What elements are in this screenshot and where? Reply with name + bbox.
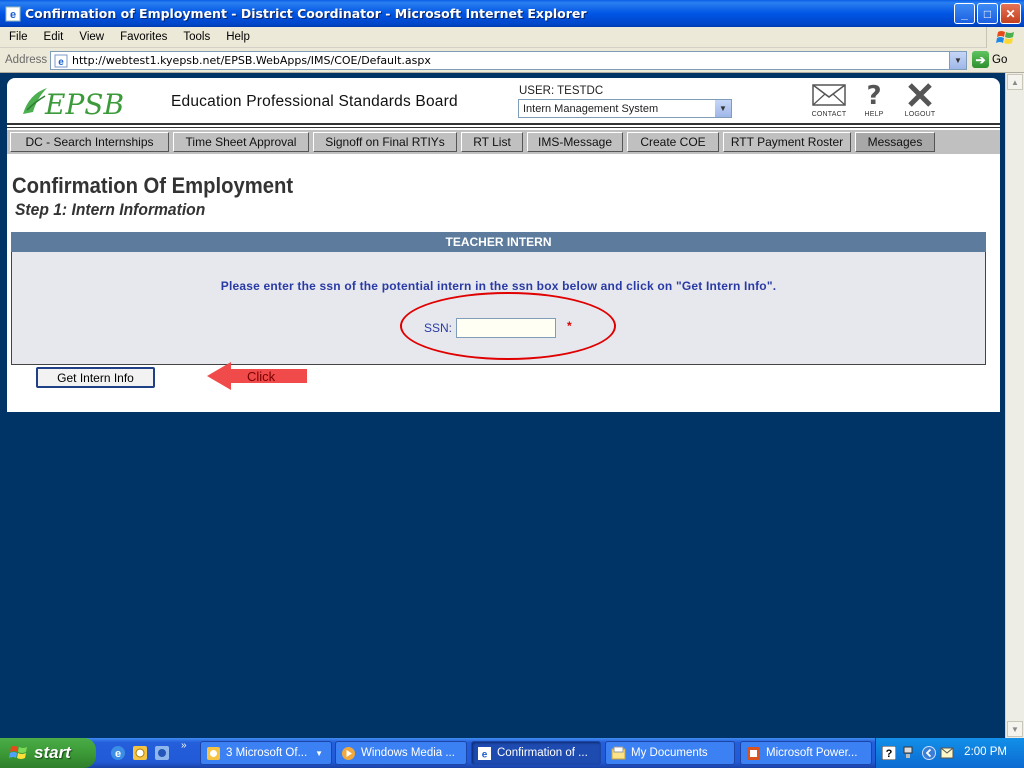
menu-favorites[interactable]: Favorites: [111, 31, 174, 43]
address-input[interactable]: e http://webtest1.kyepsb.net/EPSB.WebApp…: [50, 51, 967, 70]
menu-view[interactable]: View: [70, 31, 111, 43]
help-label: HELP: [864, 111, 884, 118]
user-label: USER: TESTDC: [519, 85, 604, 97]
menu-file[interactable]: File: [0, 31, 35, 43]
address-url: http://webtest1.kyepsb.net/EPSB.WebApps/…: [72, 54, 431, 67]
chevron-left-icon[interactable]: [922, 746, 936, 760]
windows-flag-icon: [9, 746, 27, 759]
vertical-scrollbar[interactable]: ▲ ▼: [1005, 73, 1024, 738]
click-annotation-label: Click: [247, 369, 276, 384]
powerpoint-icon: [747, 746, 760, 760]
highlight-ellipse-annotation: [400, 292, 616, 360]
task-windows-media[interactable]: Windows Media ...: [335, 741, 467, 765]
task-microsoft-office[interactable]: 3 Microsoft Of... ▼: [200, 741, 332, 765]
get-intern-info-button[interactable]: Get Intern Info: [36, 367, 155, 388]
start-label: start: [34, 743, 71, 762]
main-nav: DC - Search Internships Time Sheet Appro…: [7, 130, 1000, 154]
chevron-down-icon: ▼: [715, 100, 731, 117]
logo-text: EPSB: [44, 88, 124, 120]
task-microsoft-powerpoint[interactable]: Microsoft Power...: [740, 741, 872, 765]
window-title-bar[interactable]: e Confirmation of Employment - District …: [0, 0, 1024, 27]
go-label: Go: [992, 53, 1008, 66]
outlook-quicklaunch-icon[interactable]: [132, 745, 148, 761]
go-arrow-icon: ➔: [972, 51, 989, 68]
browser-viewport: EPSB Education Professional Standards Bo…: [0, 73, 1005, 738]
step-title: Step 1: Intern Information: [15, 200, 206, 219]
help-tray-icon[interactable]: ?: [882, 746, 896, 760]
task-label: Windows Media ...: [361, 747, 455, 759]
svg-text:e: e: [482, 749, 488, 760]
nav-time-sheet-approval[interactable]: Time Sheet Approval: [173, 132, 309, 152]
ie-quicklaunch-icon[interactable]: e: [110, 745, 126, 761]
logout-icon: [908, 83, 932, 107]
task-my-documents[interactable]: My Documents: [605, 741, 735, 765]
contact-label: CONTACT: [811, 111, 847, 118]
menu-tools[interactable]: Tools: [174, 31, 217, 43]
logout-button[interactable]: LOGOUT: [900, 83, 940, 118]
page-title: Confirmation Of Employment: [12, 173, 294, 198]
start-button[interactable]: start: [0, 738, 96, 768]
address-dropdown-icon[interactable]: ▼: [949, 52, 966, 69]
header-divider: [7, 123, 1000, 125]
svg-text:e: e: [58, 57, 64, 68]
task-confirmation-of-employment[interactable]: e Confirmation of ...: [471, 741, 601, 765]
epsb-logo: EPSB: [23, 88, 124, 120]
ie-icon: e: [5, 6, 21, 21]
svg-text:?: ?: [866, 83, 881, 107]
scroll-up-icon[interactable]: ▲: [1007, 74, 1023, 90]
nav-rt-list[interactable]: RT List: [461, 132, 523, 152]
clock: 2:00 PM: [964, 746, 1007, 758]
media-quicklaunch-icon[interactable]: [154, 745, 170, 761]
mail-tray-icon[interactable]: [940, 747, 954, 759]
menu-bar: File Edit View Favorites Tools Help: [0, 27, 1024, 48]
address-bar: Address e http://webtest1.kyepsb.net/EPS…: [0, 48, 1024, 73]
nav-rtt-payment-roster[interactable]: RTT Payment Roster: [723, 132, 851, 152]
nav-create-coe[interactable]: Create COE: [627, 132, 719, 152]
nav-messages[interactable]: Messages: [855, 132, 935, 152]
maximize-button[interactable]: □: [977, 3, 998, 24]
media-player-icon: [342, 746, 355, 760]
task-label: Microsoft Power...: [766, 747, 858, 759]
svg-text:e: e: [10, 9, 16, 21]
nav-ims-message[interactable]: IMS-Message: [527, 132, 623, 152]
window-title: Confirmation of Employment - District Co…: [25, 6, 587, 21]
quicklaunch-more-icon[interactable]: »: [181, 740, 187, 751]
system-tray: ? 2:00 PM: [875, 738, 1024, 768]
svg-text:e: e: [115, 748, 121, 760]
task-label: 3 Microsoft Of...: [226, 747, 308, 759]
contact-icon: [812, 84, 846, 106]
scroll-down-icon[interactable]: ▼: [1007, 721, 1023, 737]
system-select[interactable]: Intern Management System ▼: [518, 99, 732, 118]
system-select-value: Intern Management System: [523, 102, 659, 115]
chevron-down-icon: ▼: [315, 748, 324, 758]
teacher-intern-panel-header: TEACHER INTERN: [11, 232, 986, 252]
instructions-text: Please enter the ssn of the potential in…: [220, 279, 777, 293]
close-button[interactable]: ✕: [1000, 3, 1021, 24]
menu-edit[interactable]: Edit: [35, 31, 71, 43]
menu-help[interactable]: Help: [217, 31, 257, 43]
taskbar: start e » 3 Microsoft Of... ▼ Windows Me…: [0, 738, 1024, 768]
ie-icon: e: [478, 746, 491, 760]
windows-logo-icon: [986, 27, 1024, 48]
outlook-icon: [207, 746, 220, 760]
minimize-button[interactable]: _: [954, 3, 975, 24]
org-title: Education Professional Standards Board: [171, 93, 458, 110]
folder-icon: [611, 746, 626, 759]
svg-text:?: ?: [886, 748, 893, 760]
header-divider-thin: [7, 127, 1000, 128]
help-button[interactable]: ? HELP: [854, 81, 894, 118]
task-label: My Documents: [631, 747, 708, 759]
go-button[interactable]: ➔ Go: [972, 51, 1007, 68]
page-icon: e: [54, 54, 68, 68]
logout-label: LOGOUT: [904, 111, 936, 118]
network-tray-icon[interactable]: [902, 746, 914, 760]
help-icon: ?: [866, 81, 881, 111]
nav-dc-search-internships[interactable]: DC - Search Internships: [10, 132, 169, 152]
contact-button[interactable]: CONTACT: [809, 83, 849, 118]
address-label: Address: [5, 54, 48, 66]
nav-signoff-final-rtiys[interactable]: Signoff on Final RTIYs: [313, 132, 457, 152]
page-container: EPSB Education Professional Standards Bo…: [7, 78, 1000, 412]
task-label: Confirmation of ...: [497, 747, 588, 759]
